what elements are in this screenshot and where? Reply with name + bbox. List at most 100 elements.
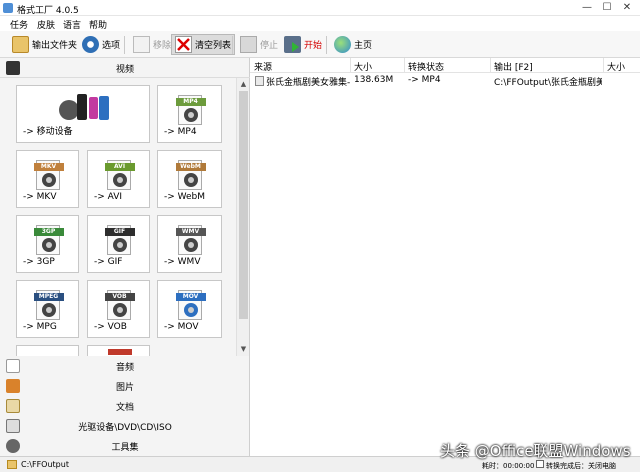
start-button[interactable]: 开始 bbox=[280, 34, 326, 55]
mp4-tag: MP4 bbox=[175, 98, 206, 106]
toolbar-separator bbox=[326, 36, 327, 54]
column-separator bbox=[603, 58, 604, 73]
column-separator bbox=[350, 58, 351, 73]
maximize-button[interactable]: ☐ bbox=[596, 1, 618, 15]
column-output-size[interactable]: 大小 bbox=[607, 60, 625, 73]
vob-file-icon: VOB bbox=[104, 290, 135, 320]
output-folder-button[interactable]: 输出文件夹 bbox=[8, 34, 81, 55]
format-tile-gif[interactable]: GIF -> GIF bbox=[87, 215, 150, 273]
remove-label: 移除 bbox=[153, 41, 172, 51]
options-label: 选项 bbox=[102, 41, 121, 51]
format-tile-3gp[interactable]: 3GP -> 3GP bbox=[16, 215, 79, 273]
row-size: 138.63M bbox=[354, 75, 394, 85]
video-file-icon bbox=[255, 76, 264, 86]
elapsed-time: 耗时：00:00:00 bbox=[482, 462, 535, 470]
format-label: -> VOB bbox=[94, 322, 127, 332]
format-tile-wmv[interactable]: WMV -> WMV bbox=[157, 215, 222, 273]
menu-skin[interactable]: 皮肤 bbox=[37, 18, 55, 31]
column-output[interactable]: 输出 [F2] bbox=[494, 60, 533, 73]
format-label: -> WMV bbox=[164, 257, 201, 267]
category-disc[interactable]: 光驱设备\DVD\CD\ISO bbox=[0, 416, 250, 436]
toolbar-separator bbox=[124, 36, 125, 54]
category-document[interactable]: 文档 bbox=[0, 396, 250, 416]
mov-file-icon: MOV bbox=[175, 290, 206, 320]
mobile-devices-icon bbox=[59, 94, 109, 120]
format-tile-mkv[interactable]: MKV -> MKV bbox=[16, 150, 79, 208]
table-row[interactable]: 张氏金瓶剧美女雅集-... 138.63M -> MP4 C:\FFOutput… bbox=[250, 74, 640, 88]
scroll-thumb[interactable] bbox=[239, 91, 248, 319]
home-label: 主页 bbox=[354, 41, 373, 51]
format-tile-mov[interactable]: MOV -> MOV bbox=[157, 280, 222, 338]
format-tile-avi[interactable]: AVI -> AVI bbox=[87, 150, 150, 208]
column-separator bbox=[404, 58, 405, 73]
home-button[interactable]: 主页 bbox=[330, 34, 376, 55]
toolbar: 输出文件夹 选项 移除 清空列表 停止 开始 主页 bbox=[0, 31, 640, 58]
clear-list-button[interactable]: 清空列表 bbox=[171, 34, 236, 55]
remove-button[interactable]: 移除 bbox=[129, 34, 175, 55]
format-label: -> MOV bbox=[164, 322, 199, 332]
format-tile-mp4[interactable]: MP4 -> MP4 bbox=[157, 85, 222, 143]
3gp-file-icon: 3GP bbox=[33, 225, 64, 255]
format-tile-webm[interactable]: WebM -> WebM bbox=[157, 150, 222, 208]
vob-tag: VOB bbox=[104, 293, 135, 301]
category-picture[interactable]: 图片 bbox=[0, 376, 250, 396]
category-video[interactable]: 视频 bbox=[0, 58, 250, 78]
list-header: 来源 大小 转换状态 输出 [F2] 大小 bbox=[250, 58, 640, 73]
format-label: -> MPG bbox=[23, 322, 57, 332]
avi-tag: AVI bbox=[104, 163, 135, 171]
category-audio[interactable]: 音频 bbox=[0, 356, 250, 376]
gif-file-icon: GIF bbox=[104, 225, 135, 255]
scroll-down-arrow-icon[interactable]: ▼ bbox=[238, 344, 249, 355]
category-tools-label: 工具集 bbox=[111, 443, 139, 453]
mpg-tag: MPEG bbox=[33, 293, 64, 301]
row-output: C:\FFOutput\张氏金瓶剧美... bbox=[494, 78, 602, 88]
format-tile-vob[interactable]: VOB -> VOB bbox=[87, 280, 150, 338]
close-button[interactable]: ✕ bbox=[616, 1, 638, 15]
category-tools[interactable]: 工具集 bbox=[0, 436, 250, 456]
after-conversion-label: 转换完成后：关闭电脑 bbox=[546, 462, 616, 470]
start-play-icon bbox=[284, 36, 301, 53]
format-label: -> WebM bbox=[164, 192, 206, 202]
format-tile-mpg[interactable]: MPEG -> MPG bbox=[16, 280, 79, 338]
format-label: -> 3GP bbox=[23, 257, 55, 267]
gif-tag: GIF bbox=[104, 228, 135, 236]
menu-language[interactable]: 语言 bbox=[63, 18, 81, 31]
app-icon bbox=[3, 3, 13, 13]
stop-icon bbox=[240, 36, 257, 53]
clear-list-icon bbox=[175, 36, 192, 53]
mov-tag: MOV bbox=[175, 293, 206, 301]
window-title: 格式工厂 4.0.5 bbox=[17, 6, 79, 16]
mkv-tag: MKV bbox=[33, 163, 64, 171]
scroll-up-arrow-icon[interactable]: ▲ bbox=[238, 79, 249, 90]
format-grid: -> 移动设备 MP4 -> MP4 MKV -> MKV AVI -> AVI… bbox=[0, 78, 236, 356]
webm-tag: WebM bbox=[175, 163, 206, 171]
column-source[interactable]: 来源 bbox=[254, 60, 272, 73]
minimize-button[interactable]: — bbox=[576, 1, 598, 15]
format-scrollbar[interactable]: ▲ ▼ bbox=[236, 78, 249, 356]
column-status[interactable]: 转换状态 bbox=[408, 60, 444, 73]
after-conversion-checkbox[interactable] bbox=[536, 460, 544, 468]
toolbar-separator bbox=[232, 36, 233, 54]
menu-bar: 任务 皮肤 语言 帮助 bbox=[0, 16, 640, 31]
output-path[interactable]: C:\FFOutput bbox=[21, 460, 69, 469]
title-bar: 格式工厂 4.0.5 — ☐ ✕ bbox=[0, 0, 640, 16]
mkv-file-icon: MKV bbox=[33, 160, 64, 190]
format-tile-mobile[interactable]: -> 移动设备 bbox=[16, 85, 150, 143]
options-button[interactable]: 选项 bbox=[78, 34, 124, 55]
column-separator bbox=[490, 58, 491, 73]
menu-task[interactable]: 任务 bbox=[10, 18, 28, 31]
format-tile-more[interactable] bbox=[16, 345, 79, 356]
mpg-file-icon: MPEG bbox=[33, 290, 64, 320]
folder-icon[interactable] bbox=[7, 460, 17, 469]
stop-label: 停止 bbox=[260, 41, 279, 51]
row-source: 张氏金瓶剧美女雅集-... bbox=[266, 78, 350, 88]
category-video-label: 视频 bbox=[115, 65, 134, 75]
format-label: -> 移动设备 bbox=[23, 127, 73, 137]
format-label: -> GIF bbox=[94, 257, 123, 267]
column-size[interactable]: 大小 bbox=[354, 60, 372, 73]
format-tile-more[interactable] bbox=[87, 345, 150, 356]
home-globe-icon bbox=[334, 36, 351, 53]
stop-button[interactable]: 停止 bbox=[236, 34, 282, 55]
category-audio-label: 音频 bbox=[115, 363, 134, 373]
menu-help[interactable]: 帮助 bbox=[89, 18, 107, 31]
